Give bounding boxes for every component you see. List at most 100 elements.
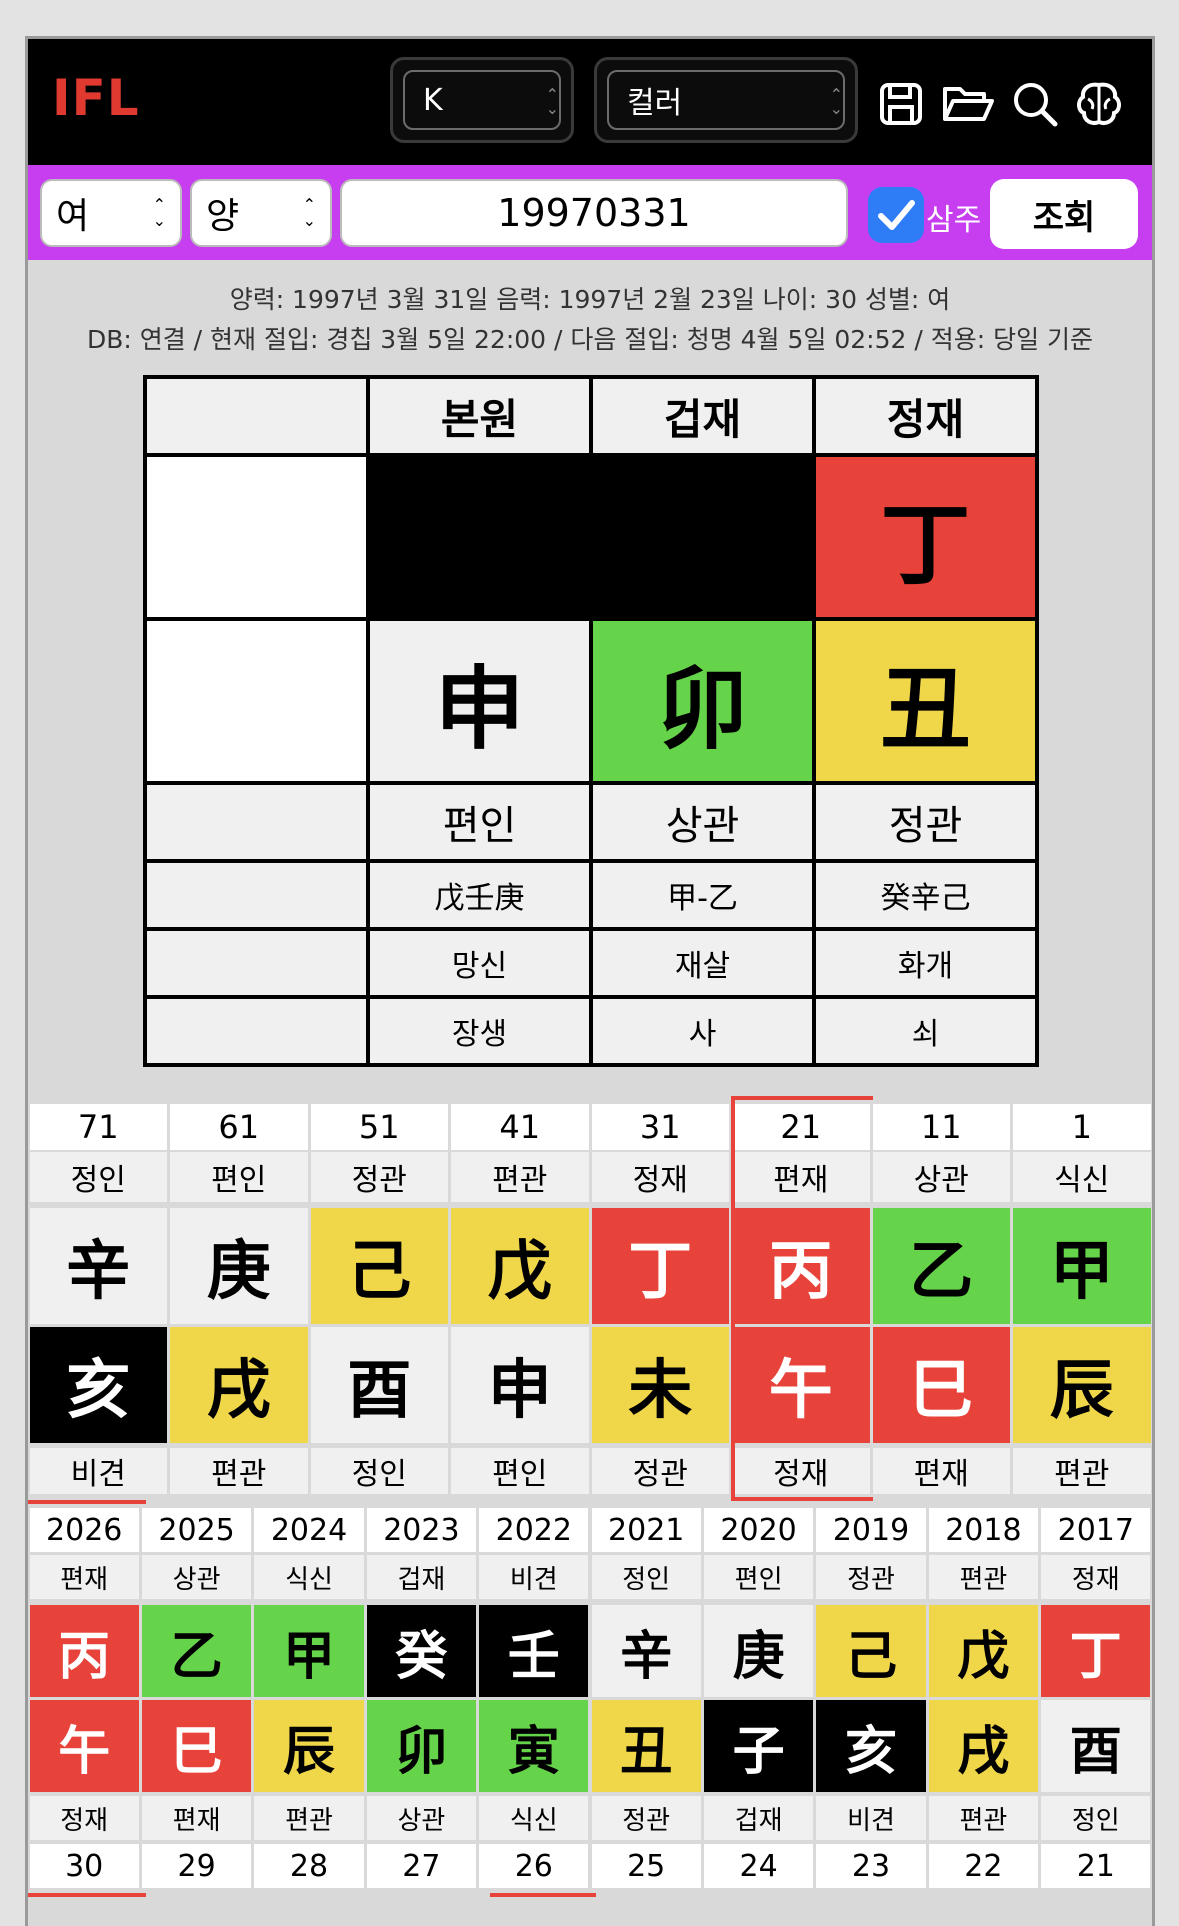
save-icon[interactable]: [876, 79, 926, 129]
seun-branch-cell: 辰: [254, 1700, 364, 1792]
daeun-branch-cell: 巳: [872, 1327, 1010, 1443]
seun-stem-cell: 壬: [479, 1605, 589, 1697]
branch-cell: 申: [366, 617, 593, 785]
daeun-age-cell: 21: [732, 1104, 870, 1150]
daeun-stem-cell: 辛: [29, 1208, 167, 1324]
hidden-stems-cell: 癸辛己: [812, 859, 1039, 931]
current-daeun-marker: [730, 1096, 735, 1501]
seun-bottom-god-cell: 정재: [29, 1796, 139, 1840]
seun-bottom-god-cell: 정관: [591, 1796, 701, 1840]
chevron-updown-icon: ⌃ ⌄: [302, 195, 316, 230]
daeun-bottom-god-cell: 편관: [170, 1448, 308, 1494]
branch-cell: 丑: [812, 617, 1039, 785]
seun-age-cell: 24: [703, 1844, 814, 1888]
daeun-stem-cell: 丙: [732, 1208, 870, 1324]
seun-year-cell: 2019: [816, 1508, 926, 1552]
daeun-age-cell: 41: [451, 1104, 589, 1150]
branch-cell: [143, 617, 370, 785]
daeun-age-cell: 1: [1013, 1104, 1151, 1150]
daeun-age-cell: 11: [872, 1104, 1010, 1150]
seun-age-cell: 28: [254, 1844, 364, 1888]
seun-age-cell: 21: [1041, 1844, 1151, 1888]
current-daeun-marker: [730, 1096, 873, 1100]
birthdate-input[interactable]: 19970331: [340, 179, 848, 247]
seun-branch-cell: 寅: [479, 1700, 589, 1792]
input-bar: 여 ⌃ ⌄ 양 ⌃ ⌄ 19970331 삼주 조회: [28, 165, 1152, 260]
current-daeun-marker: [730, 1497, 873, 1501]
seun-year-cell: 2018: [928, 1508, 1039, 1552]
top-bar: IFL K ⌃ ⌄ 컬러 ⌃ ⌄: [28, 39, 1152, 165]
seun-branch-cell: 酉: [1041, 1700, 1151, 1792]
birthdate-value: 19970331: [497, 191, 691, 235]
search-button[interactable]: 조회: [990, 179, 1138, 249]
daeun-bottom-god-cell: 정재: [732, 1448, 870, 1494]
spirit-cell: 화개: [812, 927, 1039, 999]
seun-age-cell: 26: [479, 1844, 589, 1888]
pillar-header: [143, 375, 370, 457]
samju-label: 삼주: [926, 203, 982, 238]
seun-year-cell: 2024: [254, 1508, 364, 1552]
k-select-value: K: [423, 82, 443, 118]
daeun-top-god-cell: 편인: [170, 1152, 308, 1202]
seun-year-cell: 2021: [591, 1508, 701, 1552]
brain-icon[interactable]: [1074, 79, 1124, 129]
daeun-age-cell: 31: [591, 1104, 729, 1150]
daeun-top-god-cell: 상관: [872, 1152, 1010, 1202]
seun-year-cell: 2017: [1041, 1508, 1151, 1552]
daeun-top-god-cell: 편재: [732, 1152, 870, 1202]
k-select[interactable]: K ⌃ ⌄: [390, 57, 574, 143]
seun-bottom-god-cell: 편재: [141, 1796, 252, 1840]
stage-cell: [143, 995, 370, 1067]
daeun-stem-cell: 戊: [451, 1208, 589, 1324]
seun-branch-cell: 午: [29, 1700, 139, 1792]
seun-age-cell: 23: [816, 1844, 926, 1888]
ten-god-cell: 상관: [589, 781, 816, 863]
chevron-updown-icon: ⌃ ⌄: [545, 85, 559, 118]
checkmark-icon: [878, 200, 915, 230]
hidden-stems-cell: [143, 859, 370, 931]
seun-bottom-god-cell: 비견: [816, 1796, 926, 1840]
seun-age-cell: 29: [141, 1844, 252, 1888]
seun-stem-cell: 甲: [254, 1605, 364, 1697]
samju-checkbox[interactable]: [868, 187, 924, 243]
color-select[interactable]: 컬러 ⌃ ⌄: [594, 57, 858, 143]
gender-select[interactable]: 여 ⌃ ⌄: [40, 179, 182, 247]
seun-stem-cell: 辛: [591, 1605, 701, 1697]
seun-branch-cell: 戌: [928, 1700, 1039, 1792]
daeun-branch-cell: 未: [591, 1327, 729, 1443]
date-info-line: 양력: 1997년 3월 31일 음력: 1997년 2월 23일 나이: 30…: [229, 285, 951, 314]
gender-value: 여: [56, 196, 90, 237]
stage-cell: 사: [589, 995, 816, 1067]
pillar-header: 겁재: [589, 375, 816, 457]
seun-branch-cell: 子: [703, 1700, 814, 1792]
folder-open-icon[interactable]: [940, 79, 996, 129]
daeun-bottom-god-cell: 편관: [1013, 1448, 1151, 1494]
seun-branch-cell: 卯: [366, 1700, 477, 1792]
current-year-marker: [490, 1893, 596, 1897]
calendar-value: 양: [206, 196, 240, 237]
spirit-cell: 망신: [366, 927, 593, 999]
db-info-line: DB: 연결 / 현재 절입: 경칩 3월 5일 22:00 / 다음 절입: …: [86, 325, 1094, 354]
hidden-stems-cell: 甲-乙: [589, 859, 816, 931]
seun-top-god-cell: 비견: [479, 1555, 589, 1599]
daeun-bottom-god-cell: 정관: [591, 1448, 729, 1494]
seun-year-cell: 2026: [29, 1508, 139, 1552]
daeun-stem-cell: 庚: [170, 1208, 308, 1324]
seun-stem-cell: 庚: [703, 1605, 814, 1697]
current-year-marker: [28, 1893, 146, 1897]
chevron-updown-icon: ⌃ ⌄: [152, 195, 166, 230]
ten-god-cell: [143, 781, 370, 863]
stem-cell: [143, 453, 370, 621]
search-icon[interactable]: [1010, 79, 1060, 129]
daeun-bottom-god-cell: 편재: [872, 1448, 1010, 1494]
seun-bottom-god-cell: 편관: [254, 1796, 364, 1840]
stage-cell: 쇠: [812, 995, 1039, 1067]
daeun-top-god-cell: 식신: [1013, 1152, 1151, 1202]
daeun-stem-cell: 乙: [872, 1208, 1010, 1324]
daeun-top-god-cell: 정재: [591, 1152, 729, 1202]
daeun-stem-cell: 己: [310, 1208, 448, 1324]
app-logo: IFL: [52, 69, 140, 127]
daeun-top-god-cell: 정인: [29, 1152, 167, 1202]
seun-branch-cell: 丑: [591, 1700, 701, 1792]
calendar-select[interactable]: 양 ⌃ ⌄: [190, 179, 332, 247]
